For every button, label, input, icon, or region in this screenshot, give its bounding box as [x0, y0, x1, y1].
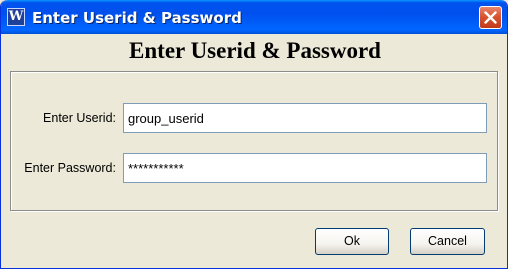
dialog-heading: Enter Userid & Password	[129, 38, 381, 63]
close-button[interactable]	[479, 6, 502, 29]
password-label: Enter Password:	[24, 161, 116, 175]
close-icon	[484, 11, 497, 24]
title-bar[interactable]: W Enter Userid & Password	[1, 0, 507, 34]
cancel-button[interactable]: Cancel	[410, 228, 485, 255]
credentials-panel	[10, 71, 498, 211]
app-logo-icon: W	[7, 8, 25, 26]
userid-input[interactable]	[123, 103, 487, 133]
userid-label: Enter Userid:	[43, 111, 116, 125]
login-dialog-window: W Enter Userid & Password Enter Userid &…	[0, 0, 508, 269]
window-title: Enter Userid & Password	[32, 9, 242, 27]
password-input[interactable]	[123, 153, 487, 183]
ok-button[interactable]: Ok	[315, 228, 389, 255]
